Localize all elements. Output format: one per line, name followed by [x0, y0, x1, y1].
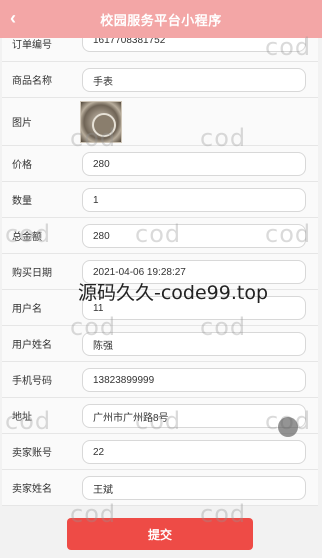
product-image[interactable]: [80, 101, 122, 143]
seller-name-field[interactable]: 王斌: [82, 476, 306, 500]
quantity-label: 数量: [12, 196, 32, 207]
seller-name-row: 卖家姓名 王斌: [2, 470, 318, 506]
address-row: 地址 广州市广州路8号: [2, 398, 318, 434]
user-fullname-row: 用户姓名 陈强: [2, 326, 318, 362]
product-name-label: 商品名称: [12, 76, 52, 87]
total-row: 总金额 280: [2, 218, 318, 254]
product-name-field[interactable]: 手表: [82, 68, 306, 92]
purchase-date-label: 购买日期: [12, 268, 52, 279]
address-label: 地址: [12, 412, 32, 423]
total-label: 总金额: [12, 232, 42, 243]
username-label: 用户名: [12, 304, 42, 315]
user-fullname-field[interactable]: 陈强: [82, 332, 306, 356]
phone-label: 手机号码: [12, 376, 52, 387]
submit-bar: 提交: [0, 506, 322, 558]
total-field[interactable]: 280: [82, 224, 306, 248]
product-name-row: 商品名称 手表: [2, 62, 318, 98]
phone-row: 手机号码 13823899999: [2, 362, 318, 398]
quantity-row: 数量 1: [2, 182, 318, 218]
price-label: 价格: [12, 160, 32, 171]
user-fullname-label: 用户姓名: [12, 340, 52, 351]
image-label: 图片: [12, 118, 32, 129]
chevron-left-icon[interactable]: ‹: [10, 9, 24, 27]
seller-account-label: 卖家账号: [12, 448, 52, 459]
seller-name-label: 卖家姓名: [12, 484, 52, 495]
floating-assist-button[interactable]: [278, 417, 298, 437]
page-title: 校园服务平台小程序: [100, 12, 222, 28]
price-field[interactable]: 280: [82, 152, 306, 176]
app-header: ‹ 校园服务平台小程序: [0, 0, 322, 38]
order-form: 订单编号 1617708381752 商品名称 手表 图片 价格 280 数量 …: [2, 26, 318, 506]
price-row: 价格 280: [2, 146, 318, 182]
center-watermark-text: 源码久久-code99.top: [78, 282, 269, 304]
seller-account-row: 卖家账号 22: [2, 434, 318, 470]
submit-button[interactable]: 提交: [67, 518, 253, 550]
quantity-field[interactable]: 1: [82, 188, 306, 212]
seller-account-field[interactable]: 22: [82, 440, 306, 464]
address-field[interactable]: 广州市广州路8号: [82, 404, 306, 428]
image-row: 图片: [2, 98, 318, 146]
phone-field[interactable]: 13823899999: [82, 368, 306, 392]
